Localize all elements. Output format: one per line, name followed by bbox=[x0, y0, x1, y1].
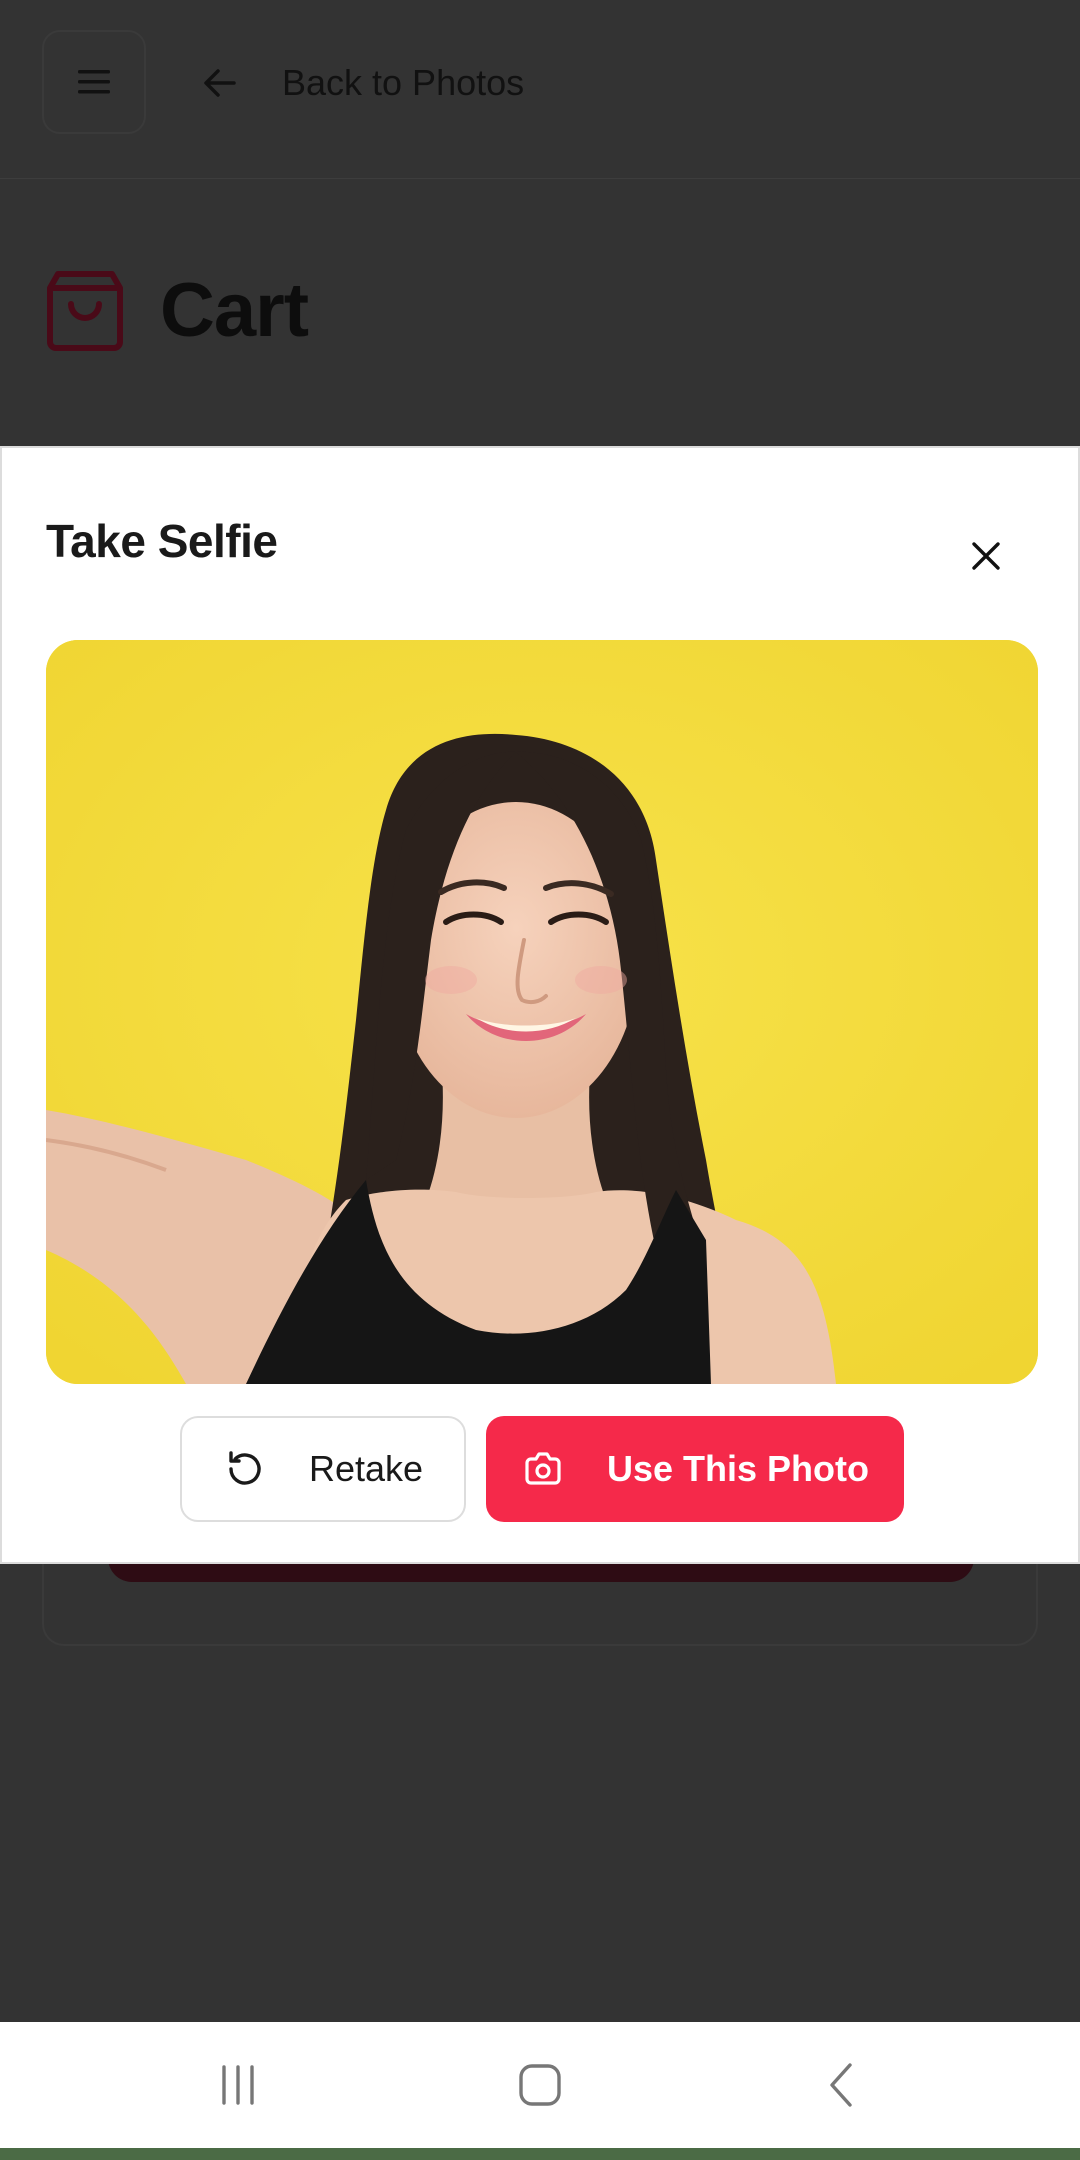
system-navigation-bar bbox=[0, 2022, 1080, 2148]
use-this-photo-label: Use This Photo bbox=[606, 1448, 870, 1489]
retake-button[interactable]: Retake bbox=[180, 1416, 466, 1522]
selfie-image bbox=[46, 640, 1038, 1384]
rotate-ccw-icon bbox=[229, 1451, 261, 1485]
system-back-icon bbox=[830, 2063, 852, 2107]
selfie-photo-preview bbox=[46, 640, 1038, 1384]
back-link-label: Back to Photos bbox=[282, 62, 525, 103]
camera-icon bbox=[525, 1452, 561, 1485]
app-header: Back to Photos bbox=[0, 0, 1080, 179]
system-back-button[interactable] bbox=[804, 2052, 884, 2118]
recents-icon bbox=[222, 2065, 254, 2105]
back-to-photos-link[interactable]: Back to Photos bbox=[198, 50, 524, 116]
retake-label: Retake bbox=[308, 1448, 424, 1489]
modal-title: Take Selfie bbox=[46, 515, 278, 567]
home-button[interactable] bbox=[500, 2052, 580, 2118]
page-title: Cart bbox=[160, 267, 309, 353]
bottom-edge-strip bbox=[0, 2148, 1080, 2160]
close-button[interactable] bbox=[952, 522, 1020, 590]
close-icon bbox=[972, 542, 1000, 570]
arrow-left-icon bbox=[204, 69, 236, 97]
recents-button[interactable] bbox=[198, 2052, 278, 2118]
home-icon bbox=[519, 2064, 561, 2106]
shopping-bag-icon bbox=[47, 271, 123, 351]
menu-button[interactable] bbox=[42, 30, 146, 134]
hamburger-menu-icon bbox=[78, 70, 110, 94]
use-this-photo-button[interactable]: Use This Photo bbox=[486, 1416, 904, 1522]
take-selfie-modal: Take Selfie Retake Use This Photo bbox=[0, 446, 1080, 1564]
page-title-row: Cart bbox=[44, 262, 309, 358]
